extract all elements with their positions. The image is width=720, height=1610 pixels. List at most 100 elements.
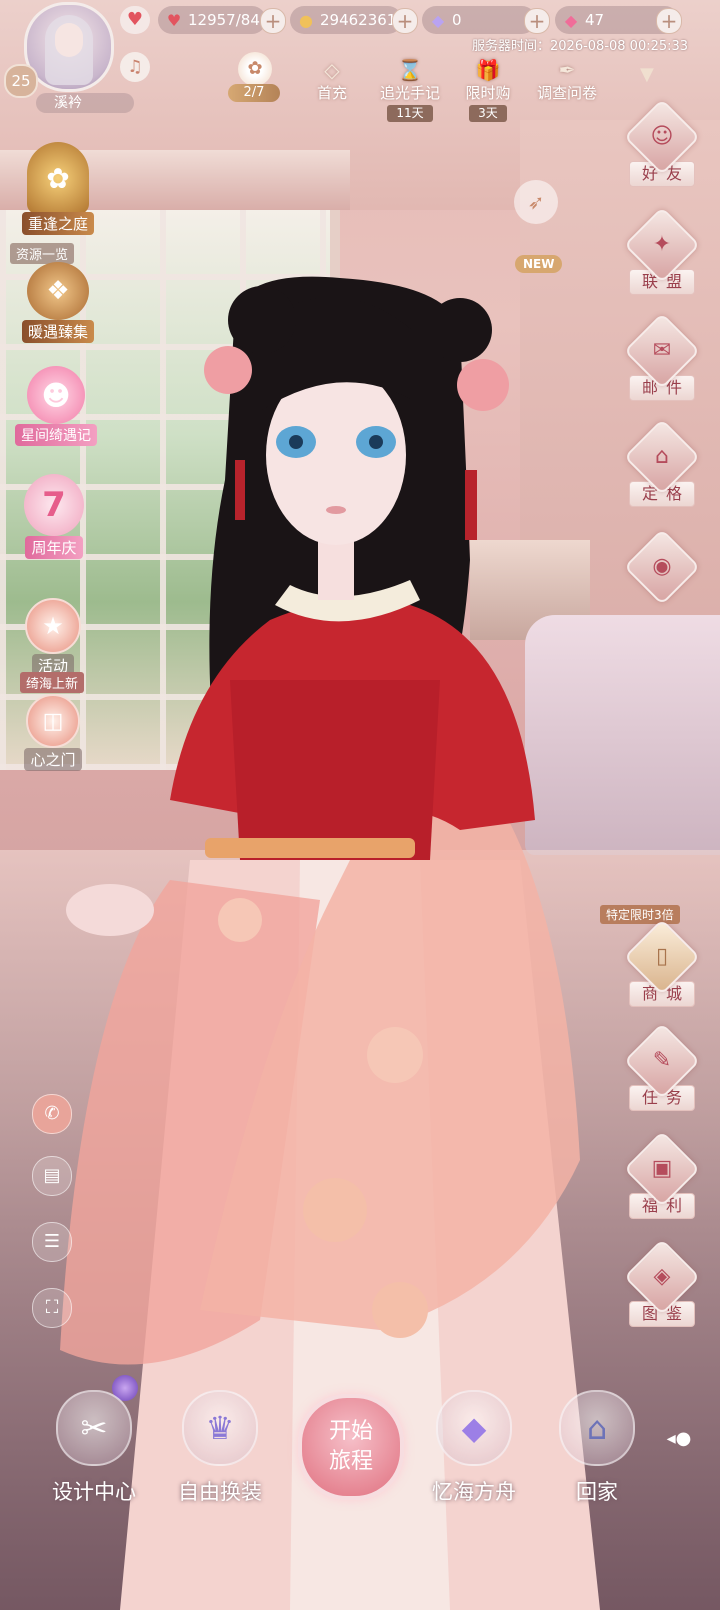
chevron-down-icon[interactable]: ▼	[640, 64, 654, 85]
menu-light-notes[interactable]: ⌛ 追光手记 11天	[372, 58, 448, 122]
player-level-badge: 25	[4, 64, 38, 98]
chat-icon[interactable]: ☰	[32, 1222, 72, 1262]
avatar-face	[55, 23, 83, 57]
golden-beast-icon: ❖	[27, 262, 89, 320]
star-icon: ★	[25, 598, 81, 654]
resources-label[interactable]: 资源一览	[10, 243, 75, 264]
diamond-icon: ◆	[431, 10, 445, 30]
right-pose[interactable]: ⌂ 定格	[620, 418, 704, 507]
start-journey-line2: 旅程	[328, 1449, 373, 1474]
dress-icon: ♛	[182, 1390, 258, 1466]
new-badge: NEW	[515, 255, 563, 273]
golden-flower-icon: ✿	[27, 142, 89, 214]
start-journey-button[interactable]: 开始 旅程	[298, 1394, 404, 1500]
left-heart-gate[interactable]: ◫ 心之门	[12, 694, 94, 771]
right-tasks[interactable]: ✎ 任务	[620, 1022, 704, 1111]
menu-survey-label: 调查问卷	[536, 84, 597, 102]
left-garden-label: 重逢之庭	[21, 212, 94, 235]
quill-icon: ✒	[558, 58, 576, 82]
right-gallery[interactable]: ◈ 图鉴	[620, 1238, 704, 1327]
camera-icon: ◉	[652, 554, 672, 579]
menu-first-recharge[interactable]: ◇ 首充	[306, 58, 358, 103]
game-scene-background	[0, 0, 720, 1610]
nav-memory-ark-label: 忆海方舟	[432, 1480, 516, 1504]
crystal-icon: ◆	[564, 10, 578, 30]
bow-arrow-icon[interactable]: ➶	[514, 180, 558, 224]
left-anniversary-label: 周年庆	[25, 536, 83, 559]
chevron-left-icon[interactable]: ◂●	[664, 1428, 694, 1456]
left-anniversary[interactable]: 7 周年庆	[12, 474, 96, 559]
right-shop[interactable]: ▯ 商城	[620, 918, 704, 1007]
news-label[interactable]: 绮海上新	[20, 672, 85, 693]
stamina-heart-icon: ♥	[166, 10, 182, 30]
phone-icon[interactable]: ✆	[32, 1094, 72, 1134]
friend-person-icon: ☺	[650, 124, 674, 149]
left-garden[interactable]: ✿ 重逢之庭	[10, 142, 106, 235]
left-gather[interactable]: ❖ 暖遇臻集	[6, 262, 110, 343]
menu-light-notes-label: 追光手记	[379, 84, 440, 102]
nav-home-label: 回家	[576, 1480, 618, 1504]
right-camera[interactable]: ◉	[620, 528, 704, 606]
stamina-value: 12957/84	[188, 11, 260, 29]
menu-first-recharge-label: 首充	[316, 84, 347, 102]
envelope-icon: ✉	[652, 338, 672, 363]
chibi-girl-icon: ☻	[27, 366, 85, 424]
progress-count: 2/7	[228, 84, 280, 102]
design-tools-icon: ✂	[56, 1390, 132, 1466]
menu-light-notes-days: 11天	[387, 105, 433, 122]
nav-memory-ark[interactable]: ◆ 忆海方舟	[422, 1390, 526, 1506]
menu-limited-sale-days: 3天	[469, 105, 507, 122]
add-crystal-button[interactable]: +	[656, 8, 682, 34]
server-time: 服务器时间：2026-08-08 00:25:33	[472, 39, 689, 54]
card-book-icon: ◈	[653, 1264, 671, 1289]
gift-box-icon: 🎁	[475, 58, 501, 82]
start-journey-line1: 开始	[328, 1419, 373, 1444]
add-diamond-button[interactable]: +	[524, 8, 550, 34]
shop-promo-banner: 特定限时3倍	[600, 905, 680, 924]
nav-home[interactable]: ⌂ 回家	[552, 1390, 642, 1506]
diamond-gift-icon: ◇	[324, 58, 340, 82]
fullscreen-icon[interactable]: ⛶	[32, 1288, 72, 1328]
music-note-icon[interactable]: ♫	[120, 52, 150, 82]
diamond-counter: ◆ 0	[422, 6, 536, 34]
door-icon: ◫	[26, 694, 80, 748]
home-window-icon: ⌂	[559, 1390, 635, 1466]
gold-counter: ● 29462361	[290, 6, 402, 34]
cube-icon: ◆	[436, 1390, 512, 1466]
hourglass-icon: ⌛	[397, 58, 423, 82]
right-friends[interactable]: ☺ 好友	[620, 98, 704, 187]
alliance-crest-icon: ✦	[652, 232, 672, 257]
nav-free-dressup[interactable]: ♛ 自由换装	[170, 1390, 270, 1506]
stamina-counter: ♥ 12957/84	[158, 6, 266, 34]
nav-free-dressup-label: 自由换装	[178, 1480, 262, 1504]
left-activity[interactable]: ★ 活动	[16, 598, 90, 677]
crystal-value: 47	[585, 11, 605, 29]
heart-icon[interactable]: ♥	[120, 6, 150, 34]
add-gold-button[interactable]: +	[392, 8, 418, 34]
right-alliance[interactable]: ✦ 联盟	[620, 206, 704, 295]
camera-diamond: ◉	[623, 528, 701, 606]
progress-gift[interactable]: ✿ 2/7	[226, 52, 284, 102]
left-gather-label: 暖遇臻集	[21, 320, 94, 343]
right-welfare[interactable]: ▣ 福利	[620, 1130, 704, 1219]
gift-bag-icon: ✿	[238, 52, 272, 86]
house-icon: ⌂	[655, 444, 669, 469]
gold-cat-icon: ●	[299, 10, 313, 30]
right-mail[interactable]: ✉ 邮件	[620, 312, 704, 401]
add-stamina-button[interactable]: +	[260, 8, 286, 34]
quill-task-icon: ✎	[652, 1048, 672, 1073]
left-star-encounter[interactable]: ☻ 星间绮遇记	[6, 366, 106, 446]
shopping-bag-icon: ▯	[655, 944, 669, 969]
gift-icon: ▣	[651, 1156, 673, 1181]
left-heart-gate-label: 心之门	[24, 748, 82, 771]
menu-limited-sale[interactable]: 🎁 限时购 3天	[458, 58, 518, 122]
bookmark-icon[interactable]: ▤	[32, 1156, 72, 1196]
left-star-encounter-label: 星间绮遇记	[15, 424, 97, 446]
character-model[interactable]	[0, 0, 720, 1610]
menu-survey[interactable]: ✒ 调查问卷	[530, 58, 604, 103]
player-name: 溪衿	[36, 93, 134, 113]
nav-design-center[interactable]: ✂ 设计中心	[44, 1390, 144, 1506]
nav-design-center-label: 设计中心	[52, 1480, 136, 1504]
menu-limited-sale-label: 限时购	[465, 84, 511, 102]
diamond-value: 0	[452, 11, 462, 29]
